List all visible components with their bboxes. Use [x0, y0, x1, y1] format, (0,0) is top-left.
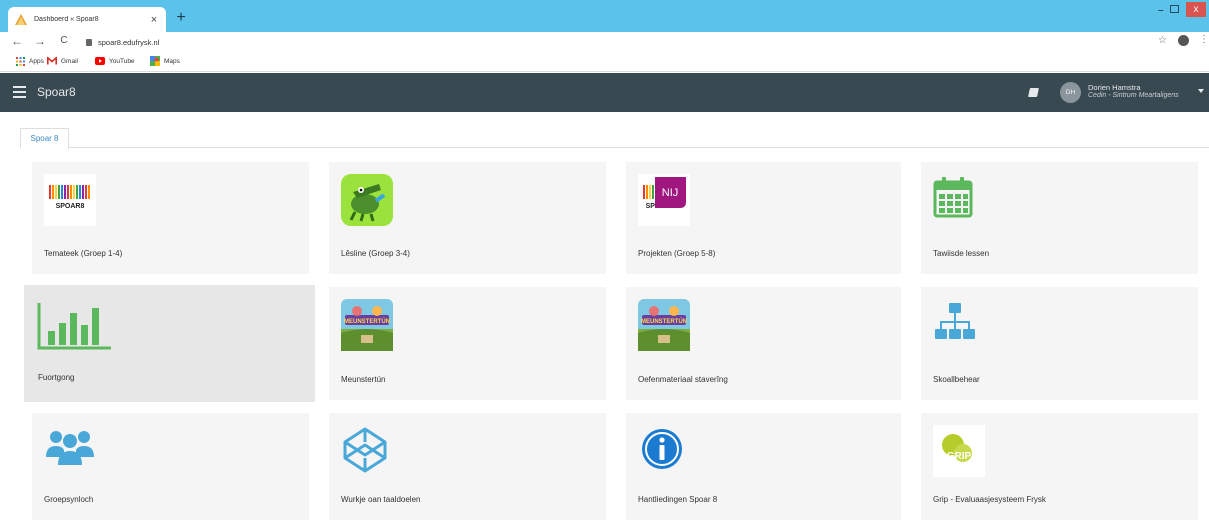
gmail-icon [47, 56, 57, 66]
tile-label: Wurkje oan taaldoelen [341, 495, 421, 504]
avatar[interactable]: DH [1060, 82, 1081, 103]
meunstertun-game-icon: MEUNSTERTÚN [341, 299, 393, 351]
tile-lesline[interactable]: Lêsline (Groep 3-4) [329, 162, 606, 274]
bookmark-gmail[interactable]: Gmail [47, 56, 78, 66]
tile-tawiisde-lessen[interactable]: Tawiisde lessen [921, 162, 1198, 274]
window-minimize-button[interactable]: – [1158, 5, 1164, 16]
back-button[interactable]: ← [10, 34, 24, 48]
app-header: Spoar8 DH Dorien Hamstra Cedin - Sintrum… [0, 73, 1209, 112]
browser-titlebar: Dashboerd « Spoar8 × + – x [0, 0, 1209, 32]
tab-spoar8[interactable]: Spoar 8 [20, 128, 69, 149]
hamburger-menu-icon[interactable] [13, 86, 26, 98]
svg-text:MEUNSTERTÚN: MEUNSTERTÚN [641, 318, 687, 325]
svg-text:MEUNSTERTÚN: MEUNSTERTÚN [344, 318, 390, 325]
bookmark-youtube[interactable]: YouTube [95, 56, 135, 66]
bookmark-star-icon[interactable]: ☆ [1158, 35, 1167, 46]
crocodile-icon [341, 174, 393, 226]
grip-logo-icon: GRIP [933, 425, 985, 477]
new-tab-button[interactable]: + [173, 10, 189, 26]
tile-grip[interactable]: GRIP Grip - Evaluaasjesysteem Frysk [921, 413, 1198, 520]
apps-grid-icon [15, 56, 25, 66]
tile-label: Skoallbehear [933, 375, 980, 384]
window-close-button[interactable]: x [1186, 2, 1206, 17]
user-name[interactable]: Dorien Hamstra [1088, 83, 1141, 92]
app-title: Spoar8 [37, 85, 76, 99]
users-group-icon [44, 425, 96, 477]
bookmarks-bar: Apps Gmail YouTube Maps [0, 52, 1209, 72]
info-circle-icon [638, 425, 690, 477]
tile-projekten[interactable]: SPOAR8 NIJ Projekten (Groep 5-8) [626, 162, 901, 274]
tile-label: Grip - Evaluaasjesysteem Frysk [933, 495, 1046, 504]
tile-groepsynloch[interactable]: Groepsynloch [32, 413, 309, 520]
content-tabs: Spoar 8 [20, 128, 1209, 149]
tile-label: Fuortgong [38, 373, 75, 382]
tile-fuortgong[interactable]: Fuortgong [24, 285, 315, 402]
tile-label: Oefenmateriaal staverîng [638, 375, 728, 384]
meunstertun-game-icon: MEUNSTERTÚN [638, 299, 690, 351]
tile-hantliedingen[interactable]: Hantliedingen Spoar 8 [626, 413, 901, 520]
tab-title: Dashboerd « Spoar8 [34, 16, 99, 23]
bookmark-label: YouTube [109, 57, 135, 65]
profile-icon[interactable] [1178, 35, 1189, 46]
tile-label: Projekten (Groep 5-8) [638, 249, 716, 258]
svg-text:GRIP: GRIP [947, 451, 972, 462]
address-bar[interactable]: spoar8.edufrysk.nl [86, 35, 1146, 50]
user-organisation: Cedin - Sintrum Meartaligens [1088, 92, 1179, 99]
tile-label: Hantliedingen Spoar 8 [638, 495, 718, 504]
window-maximize-button[interactable] [1170, 5, 1179, 13]
user-menu-caret-icon[interactable] [1198, 89, 1204, 93]
url-text: spoar8.edufrysk.nl [98, 38, 160, 47]
tile-label: Tawiisde lessen [933, 249, 990, 258]
tile-oefenmateriaal[interactable]: MEUNSTERTÚN Oefenmateriaal staverîng [626, 287, 901, 400]
tile-label: Groepsynloch [44, 495, 94, 504]
browser-toolbar: ← → C spoar8.edufrysk.nl ☆ ⋮ [0, 32, 1209, 52]
codepen-cube-icon [341, 425, 393, 477]
tile-temateek[interactable]: SPOAR8 Temateek (Groep 1-4) [32, 162, 309, 274]
spoar8-logo-icon: SPOAR8 [44, 174, 96, 226]
lock-icon [86, 39, 92, 46]
reload-button[interactable]: C [57, 35, 71, 46]
browser-menu-icon[interactable]: ⋮ [1199, 34, 1209, 45]
svg-text:NIJ: NIJ [662, 187, 679, 199]
tile-label: Lêsline (Groep 3-4) [341, 249, 410, 258]
bookmark-label: Maps [164, 57, 180, 65]
tile-label: Meunstertún [341, 375, 386, 384]
maps-icon [150, 56, 160, 66]
site-favicon-icon [14, 13, 28, 27]
tile-label: Temateek (Groep 1-4) [44, 249, 123, 258]
bookmark-apps[interactable]: Apps [15, 56, 44, 66]
svg-text:SPOAR8: SPOAR8 [56, 203, 85, 210]
tile-wurkje-oan-taaldoelen[interactable]: Wurkje oan taaldoelen [329, 413, 606, 520]
bookmark-label: Apps [29, 57, 44, 65]
bookmark-maps[interactable]: Maps [150, 56, 180, 66]
tile-skoallbehear[interactable]: Skoallbehear [921, 287, 1198, 400]
bookmark-label: Gmail [61, 57, 78, 65]
sitemap-icon [933, 299, 985, 351]
youtube-icon [95, 56, 105, 66]
browser-tab[interactable]: Dashboerd « Spoar8 × [8, 7, 166, 32]
forward-button[interactable]: → [33, 34, 47, 48]
tile-meunstertun[interactable]: MEUNSTERTÚN Meunstertún [329, 287, 606, 400]
book-icon[interactable] [1028, 88, 1039, 97]
calendar-icon [933, 174, 985, 226]
tab-close-icon[interactable]: × [148, 14, 160, 26]
bar-chart-icon [36, 303, 116, 353]
spoar8-nij-logo-icon: SPOAR8 NIJ [638, 174, 690, 226]
